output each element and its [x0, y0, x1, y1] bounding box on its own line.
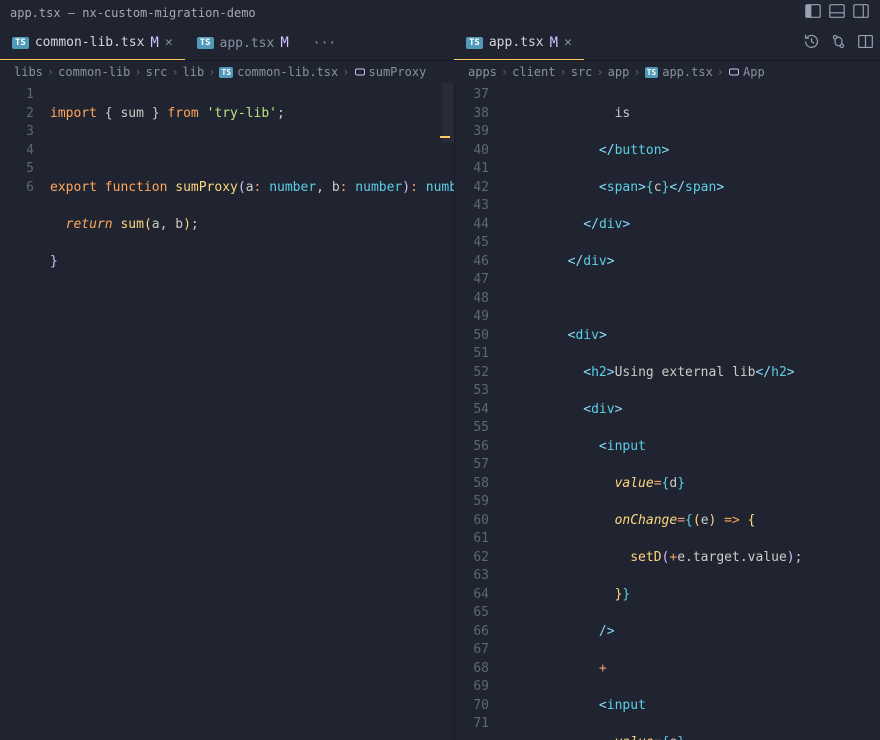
tab-app-left[interactable]: TS app.tsx M: [185, 26, 301, 60]
tab-label: app.tsx: [489, 35, 544, 50]
layout-panel-icon[interactable]: [828, 2, 846, 24]
split-editor-icon[interactable]: [857, 33, 874, 54]
editor-left[interactable]: 123456 import { sum } from 'try-lib'; ex…: [0, 83, 454, 740]
breadcrumb-right[interactable]: apps› client› src› app› TSapp.tsx› App: [454, 61, 880, 83]
code-area[interactable]: import { sum } from 'try-lib'; export fu…: [50, 83, 454, 740]
tab-modified-indicator: M: [550, 35, 558, 51]
tabs-row: TS common-lib.tsx M ✕ TS app.tsx M ··· T…: [0, 26, 880, 61]
tab-app-right[interactable]: TS app.tsx M ✕: [454, 26, 584, 60]
tab-common-lib[interactable]: TS common-lib.tsx M ✕: [0, 26, 185, 60]
code-area[interactable]: is </button> <span>{c}</span> </div> </d…: [505, 83, 880, 740]
typescript-icon: TS: [12, 37, 29, 49]
typescript-icon: TS: [197, 37, 214, 49]
close-icon[interactable]: ✕: [165, 35, 173, 50]
tab-label: app.tsx: [220, 36, 275, 51]
tabs-overflow-icon[interactable]: ···: [301, 26, 348, 60]
typescript-icon: TS: [466, 37, 483, 49]
breadcrumb-left[interactable]: libs› common-lib› src› lib› TScommon-lib…: [0, 61, 454, 83]
close-icon[interactable]: ✕: [564, 35, 572, 50]
diff-icon[interactable]: [830, 33, 847, 54]
gutter: 123456: [0, 83, 50, 740]
tab-modified-indicator: M: [280, 35, 288, 51]
scrollbar[interactable]: [442, 83, 454, 143]
window-title: app.tsx — nx-custom-migration-demo: [10, 6, 256, 20]
history-icon[interactable]: [803, 33, 820, 54]
gutter: 3738394041424344454647484950515253545556…: [455, 83, 505, 740]
layout-sidebar-right-icon[interactable]: [852, 2, 870, 24]
tab-label: common-lib.tsx: [35, 35, 145, 50]
tab-modified-indicator: M: [150, 35, 158, 51]
layout-sidebar-left-icon[interactable]: [804, 2, 822, 24]
title-bar: app.tsx — nx-custom-migration-demo: [0, 0, 880, 26]
editor-right[interactable]: 3738394041424344454647484950515253545556…: [455, 83, 880, 740]
